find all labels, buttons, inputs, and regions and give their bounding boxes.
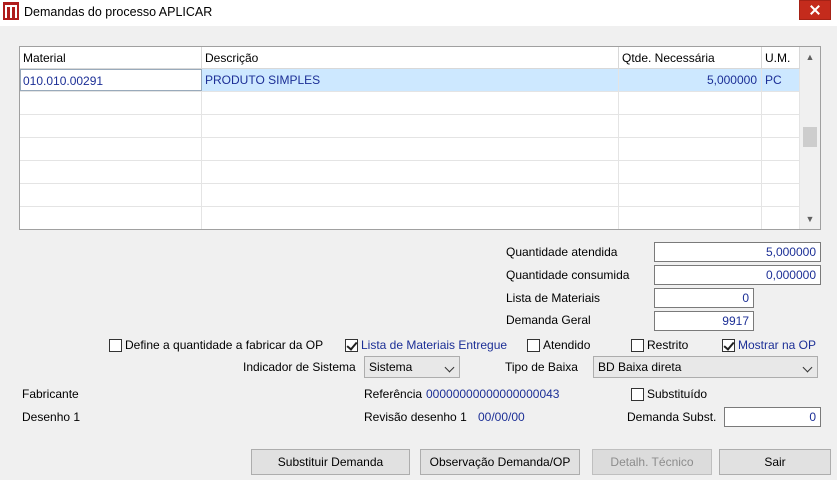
table-row-empty[interactable] bbox=[20, 184, 800, 207]
cell-material[interactable]: 010.010.00291 bbox=[20, 69, 202, 91]
revisao-label: Revisão desenho 1 bbox=[364, 410, 467, 424]
mostrar-op-label: Mostrar na OP bbox=[738, 338, 817, 352]
demanda-subst-label: Demanda Subst. bbox=[627, 410, 717, 424]
tipo-baixa-select[interactable]: BD Baixa direta bbox=[593, 356, 818, 378]
define-qtd-label: Define a quantidade a fabricar da OP bbox=[125, 338, 324, 352]
tipo-baixa-label: Tipo de Baixa bbox=[505, 360, 578, 374]
demanda-geral-label: Demanda Geral bbox=[506, 313, 591, 327]
sair-button[interactable]: Sair bbox=[719, 449, 831, 475]
cell-um[interactable]: PC bbox=[762, 69, 800, 91]
chevron-down-icon bbox=[444, 362, 455, 373]
scroll-down-icon[interactable]: ▼ bbox=[800, 209, 820, 229]
grid-header: Material Descrição Qtde. Necessária U.M. bbox=[20, 47, 800, 69]
demanda-subst-field[interactable]: 0 bbox=[724, 407, 821, 427]
indicador-select[interactable]: Sistema bbox=[364, 356, 460, 378]
restrito-label: Restrito bbox=[647, 338, 689, 352]
revisao-value: 00/00/00 bbox=[478, 410, 525, 424]
detalhe-tecnico-button[interactable]: Detalh. Técnico bbox=[592, 449, 712, 475]
checkbox-box[interactable] bbox=[631, 387, 644, 401]
col-header-descricao[interactable]: Descrição bbox=[202, 47, 619, 69]
indicador-label: Indicador de Sistema bbox=[243, 360, 356, 374]
qtd-consumida-field[interactable]: 0,000000 bbox=[654, 265, 821, 285]
table-row-empty[interactable] bbox=[20, 138, 800, 161]
substituido-label: Substituído bbox=[647, 387, 708, 401]
referencia-value: 00000000000000000043 bbox=[426, 387, 560, 401]
observacao-demanda-button[interactable]: Observação Demanda/OP bbox=[420, 449, 580, 475]
lista-entregue-label: Lista de Materiais Entregue bbox=[361, 338, 508, 352]
table-row-empty[interactable] bbox=[20, 115, 800, 138]
window-title: Demandas do processo APLICAR bbox=[24, 5, 213, 19]
cell-qtde[interactable]: 5,000000 bbox=[619, 69, 762, 91]
table-row-empty[interactable] bbox=[20, 92, 800, 115]
col-header-material[interactable]: Material bbox=[20, 47, 202, 69]
checkbox-box[interactable] bbox=[527, 338, 540, 352]
checkbox-box[interactable] bbox=[722, 338, 735, 352]
qtd-consumida-label: Quantidade consumida bbox=[506, 268, 630, 282]
referencia-label: Referência bbox=[364, 387, 423, 401]
substituido-checkbox[interactable]: Substituído bbox=[631, 387, 707, 401]
checkbox-box[interactable] bbox=[109, 338, 122, 352]
checkbox-box[interactable] bbox=[631, 338, 644, 352]
define-qtd-checkbox[interactable]: Define a quantidade a fabricar da OP bbox=[109, 338, 323, 352]
indicador-value: Sistema bbox=[369, 360, 413, 374]
lista-materiais-label: Lista de Materiais bbox=[506, 291, 601, 305]
scroll-thumb[interactable] bbox=[803, 127, 817, 147]
checkbox-box[interactable] bbox=[345, 338, 358, 352]
close-button[interactable] bbox=[799, 0, 831, 20]
scroll-up-icon[interactable]: ▲ bbox=[800, 47, 820, 67]
table-row[interactable]: 010.010.00291 PRODUTO SIMPLES 5,000000 P… bbox=[20, 69, 800, 92]
restrito-checkbox[interactable]: Restrito bbox=[631, 338, 688, 352]
desenho-label: Desenho 1 bbox=[22, 410, 81, 424]
atendido-checkbox[interactable]: Atendido bbox=[527, 338, 590, 352]
lista-entregue-checkbox[interactable]: Lista de Materiais Entregue bbox=[345, 338, 507, 352]
demands-grid[interactable]: Material Descrição Qtde. Necessária U.M.… bbox=[19, 46, 821, 230]
col-header-qtde[interactable]: Qtde. Necessária bbox=[619, 47, 762, 69]
mostrar-op-checkbox[interactable]: Mostrar na OP bbox=[722, 338, 816, 352]
col-header-um[interactable]: U.M. bbox=[762, 47, 800, 69]
table-row-empty[interactable] bbox=[20, 207, 800, 229]
grid-vertical-scrollbar[interactable]: ▲ ▼ bbox=[800, 47, 820, 229]
atendido-label: Atendido bbox=[543, 338, 591, 352]
app-logo-icon bbox=[3, 2, 19, 20]
table-row-empty[interactable] bbox=[20, 161, 800, 184]
fabricante-label: Fabricante bbox=[22, 387, 79, 401]
chevron-down-icon bbox=[802, 362, 813, 373]
qtd-atendida-field[interactable]: 5,000000 bbox=[654, 242, 821, 262]
lista-materiais-field[interactable]: 0 bbox=[654, 288, 754, 308]
substituir-demanda-button[interactable]: Substituir Demanda bbox=[251, 449, 410, 475]
title-bar: Demandas do processo APLICAR bbox=[0, 0, 837, 26]
cell-descricao[interactable]: PRODUTO SIMPLES bbox=[202, 69, 619, 91]
qtd-atendida-label: Quantidade atendida bbox=[506, 245, 618, 259]
demanda-geral-field[interactable]: 9917 bbox=[654, 311, 754, 331]
tipo-baixa-value: BD Baixa direta bbox=[598, 360, 682, 374]
